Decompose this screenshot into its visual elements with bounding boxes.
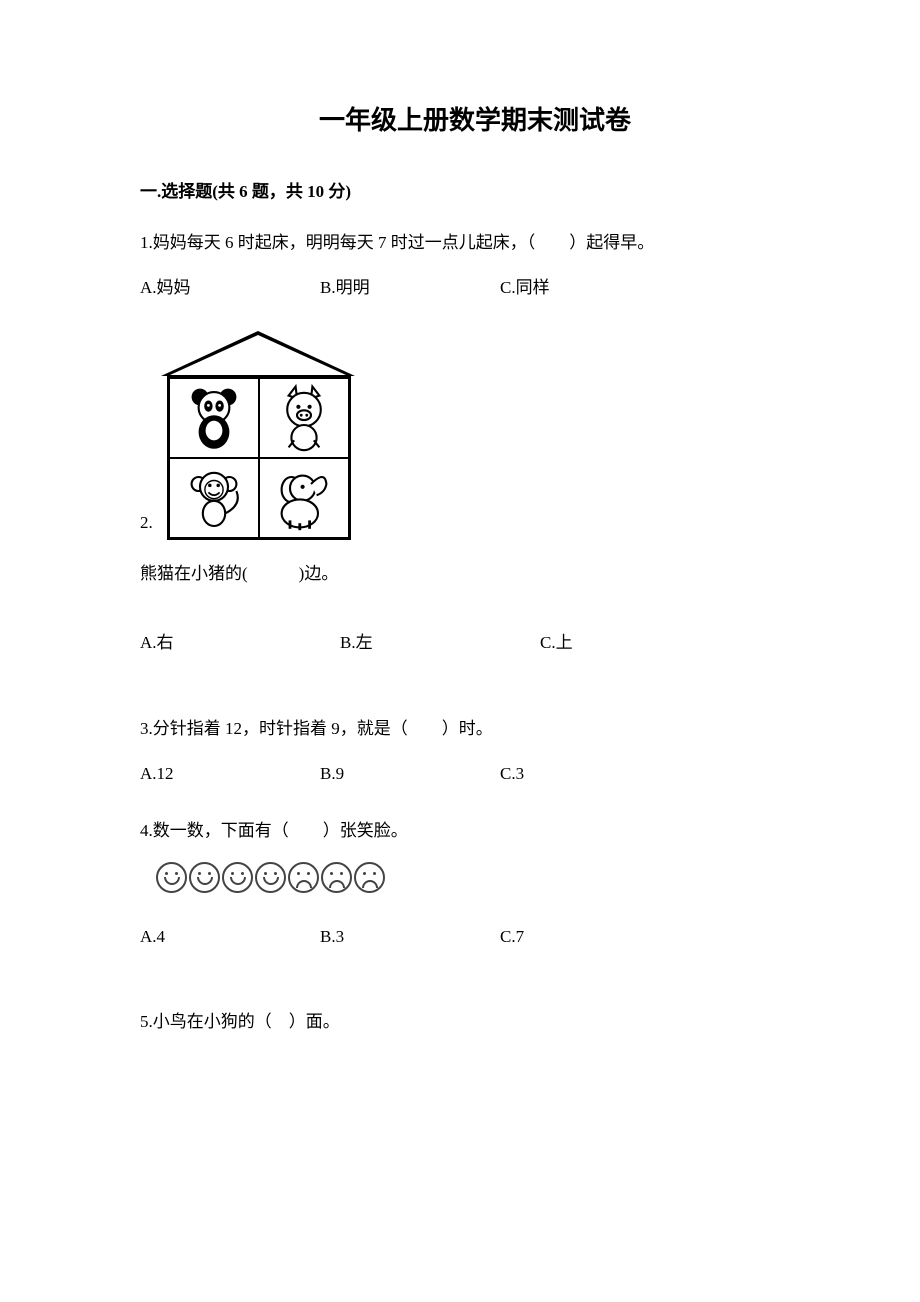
- choice-a: A.妈妈: [140, 274, 320, 301]
- choice-a: A.右: [140, 629, 340, 656]
- choice-b: B.左: [340, 629, 540, 656]
- faces-row: [156, 862, 810, 893]
- house-figure: [161, 331, 356, 540]
- question-3-choices: A.12 B.9 C.3: [140, 760, 810, 787]
- question-5-text: 5.小鸟在小狗的（ ）面。: [140, 1008, 810, 1035]
- smile-face-icon: [222, 862, 253, 893]
- choice-b: B.3: [320, 923, 500, 950]
- house-grid: [167, 376, 351, 540]
- page: 一年级上册数学期末测试卷 一.选择题(共 6 题，共 10 分) 1.妈妈每天 …: [0, 0, 920, 1302]
- choice-c: C.上: [540, 629, 740, 656]
- choice-c: C.同样: [500, 274, 680, 301]
- choice-c: C.7: [500, 923, 680, 950]
- question-2-text: 熊猫在小猪的( )边。: [140, 560, 810, 587]
- page-title: 一年级上册数学期末测试卷: [140, 100, 810, 142]
- cell-pig: [259, 378, 349, 458]
- question-3: 3.分针指着 12，时针指着 9，就是（ ）时。 A.12 B.9 C.3: [140, 715, 810, 787]
- monkey-icon: [179, 463, 249, 533]
- panda-icon: [179, 383, 249, 453]
- choice-b: B.明明: [320, 274, 500, 301]
- question-1: 1.妈妈每天 6 时起床，明明每天 7 时过一点儿起床，（ ）起得早。 A.妈妈…: [140, 229, 810, 301]
- choice-a: A.12: [140, 760, 320, 787]
- choice-c: C.3: [500, 760, 680, 787]
- question-4-text: 4.数一数，下面有（ ）张笑脸。: [140, 817, 810, 844]
- elephant-icon: [269, 463, 339, 533]
- question-2-row: 2.: [140, 331, 810, 540]
- question-2-number: 2.: [140, 509, 153, 536]
- question-1-text: 1.妈妈每天 6 时起床，明明每天 7 时过一点儿起床，（ ）起得早。: [140, 229, 810, 256]
- question-3-text: 3.分针指着 12，时针指着 9，就是（ ）时。: [140, 715, 810, 742]
- smile-face-icon: [156, 862, 187, 893]
- question-2-choices: A.右 B.左 C.上: [140, 629, 810, 656]
- sad-face-icon: [321, 862, 352, 893]
- choice-b: B.9: [320, 760, 500, 787]
- pig-icon: [269, 383, 339, 453]
- question-4: 4.数一数，下面有（ ）张笑脸。 A.4 B.3 C.7: [140, 817, 810, 950]
- cell-panda: [169, 378, 259, 458]
- cell-elephant: [259, 458, 349, 538]
- smile-face-icon: [189, 862, 220, 893]
- section-header: 一.选择题(共 6 题，共 10 分): [140, 178, 810, 205]
- sad-face-icon: [354, 862, 385, 893]
- question-1-choices: A.妈妈 B.明明 C.同样: [140, 274, 810, 301]
- sad-face-icon: [288, 862, 319, 893]
- question-5: 5.小鸟在小狗的（ ）面。: [140, 1008, 810, 1035]
- choice-a: A.4: [140, 923, 320, 950]
- question-2: 2.: [140, 331, 810, 656]
- house-roof: [161, 331, 355, 376]
- smile-face-icon: [255, 862, 286, 893]
- question-4-choices: A.4 B.3 C.7: [140, 923, 810, 950]
- cell-monkey: [169, 458, 259, 538]
